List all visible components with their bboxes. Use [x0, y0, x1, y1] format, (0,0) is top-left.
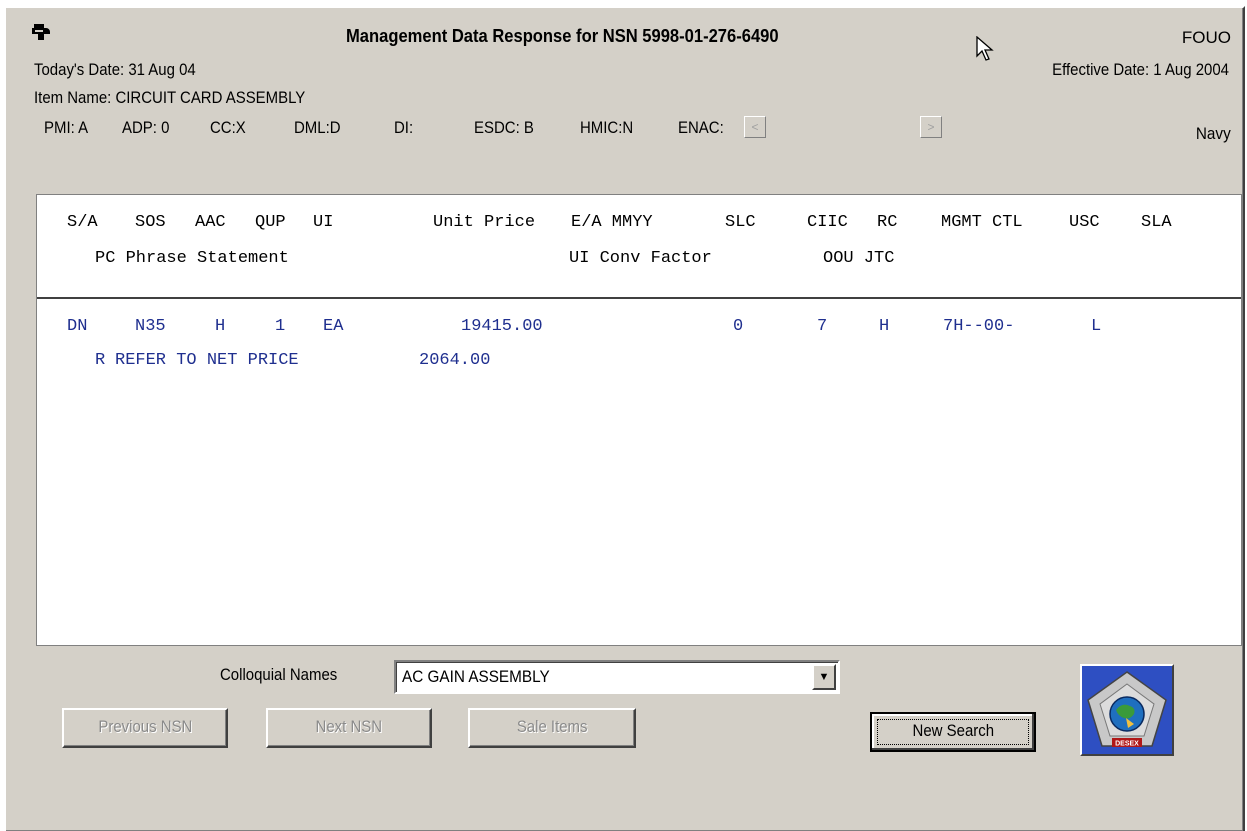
effective-date: Effective Date: 1 Aug 2004	[1052, 60, 1229, 79]
svg-text:DESEX: DESEX	[1115, 741, 1139, 748]
dropdown-arrow-icon[interactable]: ▼	[812, 664, 836, 690]
main-window: Management Data Response for NSN 5998-01…	[4, 6, 1245, 831]
window-title: Management Data Response for NSN 5998-01…	[346, 26, 779, 46]
col-aac: AAC	[195, 213, 226, 232]
previous-nsn-button[interactable]: Previous NSN	[62, 708, 228, 748]
col-sla: SLA	[1141, 213, 1172, 232]
sale-items-button[interactable]: Sale Items	[468, 708, 636, 748]
next-nsn-button[interactable]: Next NSN	[266, 708, 432, 748]
col-ui: UI	[313, 213, 334, 232]
cell-pc: R	[95, 351, 106, 370]
new-search-button[interactable]: New Search	[870, 712, 1036, 752]
cell-qup: 1	[275, 317, 286, 336]
cell-sa: DN	[67, 317, 88, 336]
results-panel: S/A SOS AAC QUP UI Unit Price E/A MMYY S…	[36, 194, 1242, 646]
item-name: Item Name: CIRCUIT CARD ASSEMBLY	[34, 88, 306, 107]
col-oou-jtc: OOU JTC	[823, 249, 895, 268]
esdc-field: ESDC: B	[474, 118, 534, 137]
cursor-arrow-icon	[976, 35, 994, 67]
cell-ui: EA	[323, 317, 344, 336]
app-hand-icon	[30, 22, 56, 44]
colloquial-names-label: Colloquial Names	[220, 665, 338, 684]
adp-field: ADP: 0	[122, 118, 170, 137]
cell-conv-factor: 2064.00	[419, 351, 491, 370]
cell-phrase: REFER TO NET PRICE	[115, 351, 299, 370]
col-ui-conv-factor: UI Conv Factor	[569, 249, 712, 268]
col-ea-mmyy: E/A MMYY	[571, 213, 653, 232]
dml-field: DML:D	[294, 118, 341, 137]
cell-mgmt-ctl: 7H--00-	[943, 317, 1015, 336]
col-qup: QUP	[255, 213, 286, 232]
col-sos: SOS	[135, 213, 166, 232]
col-sa: S/A	[67, 213, 98, 232]
col-slc: SLC	[725, 213, 756, 232]
enac-field: ENAC:	[678, 118, 724, 137]
col-rc: RC	[877, 213, 898, 232]
cell-usc: L	[1091, 317, 1102, 336]
colloquial-selected-value: AC GAIN ASSEMBLY	[402, 667, 550, 686]
col-usc: USC	[1069, 213, 1100, 232]
col-unit-price: Unit Price	[433, 213, 536, 232]
todays-date: Today's Date: 31 Aug 04	[34, 60, 196, 79]
col-mgmt-ctl: MGMT CTL	[941, 213, 1023, 232]
scroll-right-icon[interactable]: >	[920, 116, 942, 138]
classification-marking: FOUO	[1181, 28, 1231, 47]
cell-aac: H	[215, 317, 226, 336]
pmi-field: PMI: A	[44, 118, 89, 137]
hmic-field: HMIC:N	[580, 118, 634, 137]
service-branch: Navy	[1196, 124, 1231, 143]
di-field: DI:	[394, 118, 414, 137]
cell-unit-price: 19415.00	[461, 317, 543, 336]
desex-logo-icon[interactable]: DESEX	[1080, 664, 1174, 756]
results-header: S/A SOS AAC QUP UI Unit Price E/A MMYY S…	[37, 195, 1241, 299]
col-pc-phrase: PC Phrase Statement	[95, 249, 289, 268]
cell-sos: N35	[135, 317, 166, 336]
cell-slc: 0	[733, 317, 744, 336]
cell-rc: H	[879, 317, 890, 336]
scroll-left-icon[interactable]: <	[744, 116, 766, 138]
cell-ciic: 7	[817, 317, 828, 336]
colloquial-names-select[interactable]: AC GAIN ASSEMBLY ▼	[394, 660, 840, 694]
cc-field: CC:X	[210, 118, 246, 137]
col-ciic: CIIC	[807, 213, 848, 232]
